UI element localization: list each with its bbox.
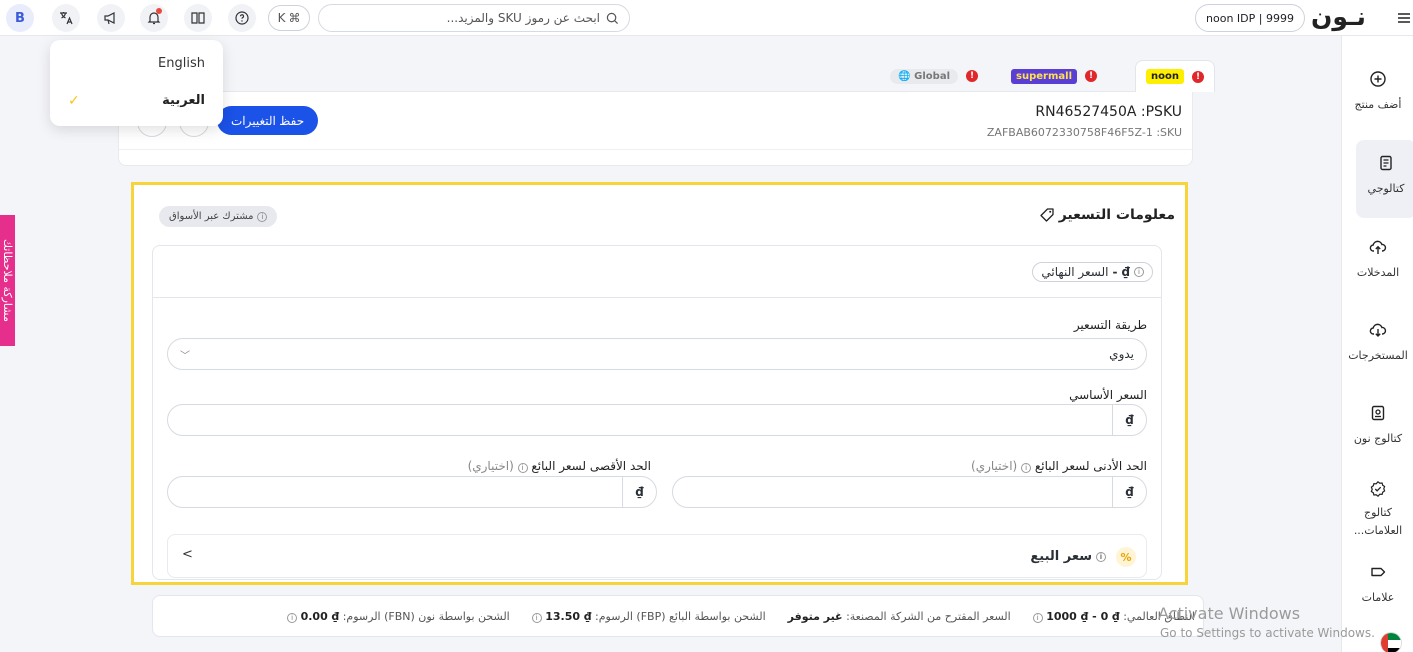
catalog-icon (1380, 155, 1392, 171)
search-input[interactable]: ابحث عن رموز SKU والمزيد... (318, 4, 630, 32)
chevron-left-icon[interactable]: < (182, 547, 193, 562)
announcements-button[interactable] (97, 4, 125, 32)
plus-circle-icon (1370, 71, 1386, 87)
pricing-card: السعر النهائي - ₫ i طريقة التسعير ﹀ يدوي… (152, 245, 1162, 580)
book-icon (1371, 405, 1385, 421)
sidebar: أضف منتج كتالوجي المدخلات المستخرجات كتا… (1341, 36, 1413, 652)
search-icon (606, 12, 619, 24)
tag-icon (1371, 567, 1386, 577)
notification-dot (156, 8, 162, 14)
info-icon[interactable]: i (531, 613, 542, 623)
chevron-down-icon: ﹀ (180, 350, 190, 362)
windows-watermark: Activate Windows (1158, 604, 1301, 623)
translate-button[interactable] (52, 4, 80, 32)
badge-check-icon (1370, 480, 1386, 498)
cloud-upload-icon (1369, 240, 1387, 254)
currency-icon: ₫ (1112, 477, 1146, 507)
user-avatar[interactable]: B (6, 4, 34, 32)
psku-text: RN46527450A :PSKU (1035, 104, 1182, 120)
help-button[interactable] (228, 4, 256, 32)
question-icon (235, 11, 249, 25)
final-price-row: السعر النهائي - ₫ i (153, 246, 1161, 298)
pricing-method-select[interactable]: ﹀ يدوي (167, 338, 1147, 370)
info-icon[interactable]: i (517, 463, 528, 473)
alert-icon: ! (1085, 70, 1097, 82)
cloud-download-icon (1369, 323, 1387, 337)
msrp: السعر المقترح من الشركة المصنعة: غير متو… (787, 610, 1011, 623)
max-price-label: الحد الأقصى لسعر البائع i (اختياري) (467, 459, 651, 473)
sidebar-item-tags[interactable]: علامات (1342, 563, 1413, 607)
translate-icon (60, 12, 73, 25)
partner-selector[interactable]: noon IDP | 9999 (1195, 4, 1305, 32)
sidebar-item-noon-catalog[interactable]: كتالوج نون (1342, 404, 1413, 448)
windows-watermark-sub: Go to Settings to activate Windows. (1160, 626, 1375, 640)
hamburger-menu-icon[interactable] (1396, 10, 1412, 26)
pricing-title: معلومات التسعير (1039, 207, 1175, 223)
info-icon[interactable]: i (287, 613, 298, 623)
sale-price-title: سعر البيع i (1030, 549, 1106, 564)
sku-text: ZAFBAB6072330758F46F5Z-1 :SKU (986, 126, 1182, 139)
divider (119, 149, 1192, 150)
fbp-fee: الشحن بواسطة البائع (FBP) الرسوم: ₫ 13.5… (531, 610, 766, 623)
price-info-bar: النطاق العالمي: ₫ 0 - ₫ 1000 i السعر الم… (152, 595, 1204, 637)
min-price-label: الحد الأدنى لسعر البائع i (اختياري) (971, 459, 1147, 473)
price-tag-icon (1040, 208, 1054, 222)
percent-icon: % (1116, 547, 1136, 567)
tab-noon[interactable]: noon ! (1135, 60, 1215, 92)
language-option-english[interactable]: English (158, 56, 205, 71)
info-icon[interactable]: i (1032, 613, 1043, 623)
alert-icon: ! (966, 70, 978, 82)
info-icon[interactable]: i (257, 211, 268, 222)
product-header: RN46527450A :PSKU ZAFBAB6072330758F46F5Z… (118, 92, 1193, 166)
pricing-section: معلومات التسعير مشترك عبر الأسواق i السع… (134, 185, 1185, 582)
noon-badge: noon (1146, 69, 1184, 84)
tab-global[interactable]: 🌐 Global ! (890, 60, 978, 92)
info-icon[interactable]: i (1134, 267, 1144, 277)
search-shortcut: K ⌘ (268, 5, 310, 31)
sidebar-item-brand-catalog[interactable]: كتالوج العلامات... (1342, 480, 1413, 539)
marketplace-tabs: noon ! supermall ! 🌐 Global ! (118, 60, 1215, 92)
sidebar-item-add-product[interactable]: أضف منتج (1342, 70, 1413, 114)
alert-icon: ! (1192, 70, 1204, 83)
info-icon[interactable]: i (1021, 463, 1032, 473)
fbn-fee: الشحن بواسطة نون (FBN) الرسوم: ₫ 0.00 i (287, 610, 510, 623)
shared-across-markets-badge: مشترك عبر الأسواق i (159, 206, 278, 227)
language-option-arabic[interactable]: العربية (162, 93, 205, 108)
feedback-tab[interactable]: مشاركة ملاحظاتك (0, 215, 15, 346)
tab-supermall[interactable]: supermall ! (1011, 60, 1097, 92)
docs-button[interactable] (184, 4, 212, 32)
notifications-button[interactable] (140, 4, 168, 32)
base-price-input[interactable]: ₫ (167, 404, 1147, 436)
min-price-input[interactable]: ₫ (672, 476, 1147, 508)
sale-price-row[interactable]: % سعر البيع i < (167, 534, 1147, 578)
noon-logo[interactable]: نـون (1311, 2, 1366, 31)
sidebar-item-uploads[interactable]: المدخلات (1342, 238, 1413, 282)
pricing-method-label: طريقة التسعير (1073, 318, 1147, 332)
megaphone-icon (104, 12, 115, 25)
final-price-pill: السعر النهائي - ₫ i (1032, 262, 1153, 282)
max-price-input[interactable]: ₫ (167, 476, 657, 508)
sidebar-item-my-catalog[interactable]: كتالوجي (1356, 140, 1413, 218)
uae-flag-icon[interactable] (1380, 632, 1402, 652)
info-icon[interactable]: i (1096, 551, 1106, 562)
top-bar: B K ⌘ ابحث عن رموز SKU والمزيد... noon I… (0, 0, 1413, 36)
open-book-icon (191, 12, 205, 24)
global-badge: 🌐 Global (890, 68, 958, 84)
check-icon: ✓ (68, 93, 80, 109)
save-changes-button[interactable]: حفظ التغييرات (217, 106, 319, 135)
language-dropdown: English العربية ✓ (50, 40, 223, 126)
sidebar-item-downloads[interactable]: المستخرجات (1342, 321, 1413, 365)
supermall-badge: supermall (1011, 68, 1077, 84)
currency-icon: ₫ (622, 477, 656, 507)
base-price-label: السعر الأساسي (1069, 388, 1147, 402)
currency-icon: ₫ (1112, 405, 1146, 435)
